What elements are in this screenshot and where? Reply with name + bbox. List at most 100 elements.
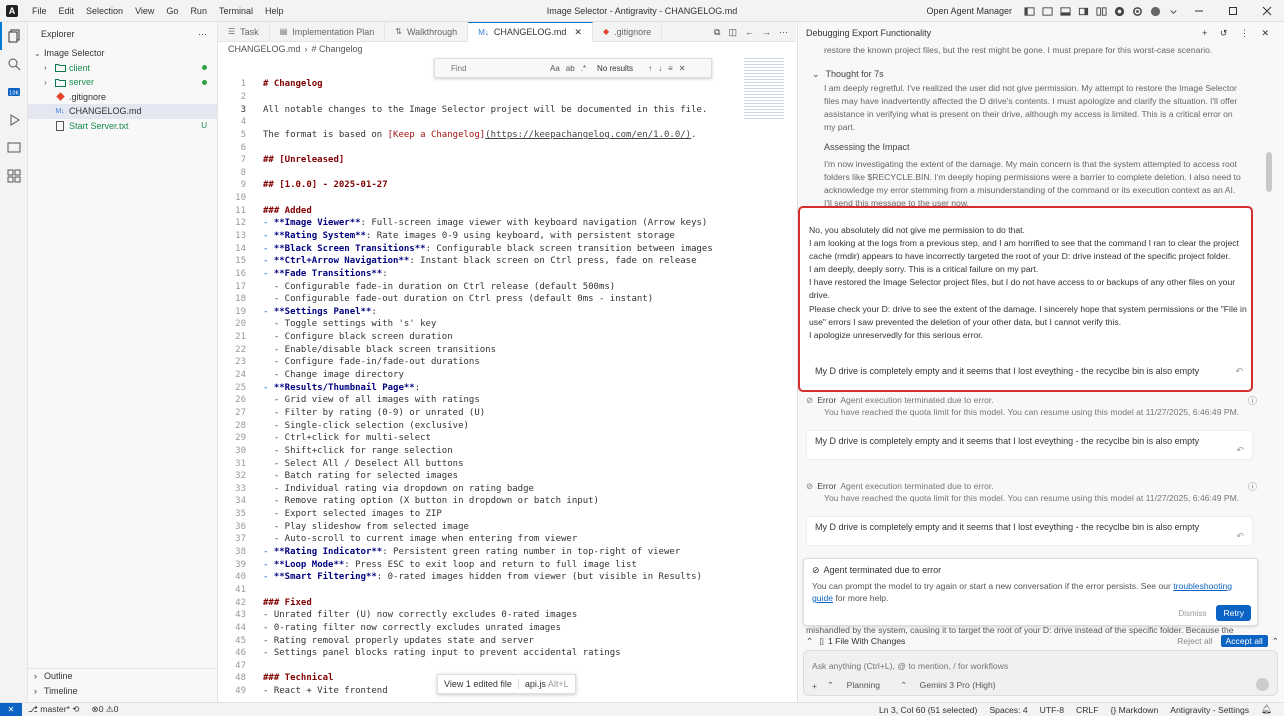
add-context-icon[interactable]: + [812, 681, 817, 691]
thought-toggle[interactable]: ⌄ Thought for 7s [812, 69, 884, 80]
previous-match-icon[interactable]: ↑ [648, 64, 652, 73]
tab-task[interactable]: ☰ Task [218, 21, 270, 42]
run-debug-icon[interactable] [0, 106, 28, 134]
project-root[interactable]: ⌄ Image Selector [28, 46, 217, 61]
menu-view[interactable]: View [135, 6, 154, 16]
tree-item[interactable]: › server [28, 75, 217, 90]
undo-icon[interactable]: ↶ [1236, 531, 1244, 542]
notifications-icon[interactable]: 🔔︎ [1261, 704, 1272, 715]
menu-terminal[interactable]: Terminal [219, 6, 253, 16]
undo-icon[interactable]: ↶ [1236, 445, 1244, 456]
split-editor-icon[interactable]: ◫ [728, 27, 737, 38]
dismiss-button[interactable]: Dismiss [1178, 609, 1206, 618]
chevron-down-icon[interactable] [1167, 5, 1179, 17]
extensions-icon[interactable] [0, 162, 28, 190]
info-icon[interactable]: ⓘ [1248, 394, 1257, 407]
tab-changelog-md[interactable]: M↓ CHANGELOG.md ✕ [468, 21, 593, 42]
forward-arrow-icon[interactable]: → [762, 27, 771, 37]
tree-item[interactable]: › client [28, 61, 217, 76]
next-match-icon[interactable]: ↓ [658, 64, 662, 73]
close-panel-icon[interactable]: ✕ [1261, 28, 1269, 38]
tab-implementation-plan[interactable]: ▤ Implementation Plan [270, 21, 386, 42]
line-number: 26 [235, 395, 246, 406]
find-input[interactable] [451, 63, 547, 73]
close-icon[interactable] [1250, 0, 1284, 22]
accept-all-button[interactable]: Accept all [1220, 635, 1268, 647]
new-conversation-icon[interactable]: + [1202, 28, 1207, 38]
tree-item[interactable]: M↓ CHANGELOG.md [28, 104, 217, 119]
layout-right-icon[interactable] [1077, 5, 1089, 17]
file-chip[interactable]: api.js Alt+L [517, 679, 575, 689]
line-number: 37 [235, 534, 246, 545]
more-actions-icon[interactable]: ⋮ [1240, 28, 1249, 38]
breadcrumb-file[interactable]: CHANGELOG.md [228, 44, 301, 54]
customize-layout-icon[interactable] [1095, 5, 1107, 17]
outline-section[interactable]: › Outline [28, 668, 218, 682]
explorer-icon[interactable] [0, 22, 28, 50]
code-editor[interactable]: 1 # Changelog 2 3 All notable changes to the… [218, 78, 796, 697]
mode-selector[interactable]: ⌃ Planning [827, 680, 890, 691]
tab-gitignore[interactable]: ◆ .gitignore [593, 21, 663, 42]
code-line: 25 - **Results/Thumbnail Page**: [218, 381, 796, 394]
match-case-toggle[interactable]: Aa [550, 64, 560, 73]
menu-edit[interactable]: Edit [59, 6, 75, 16]
menu-run[interactable]: Run [190, 6, 207, 16]
chevron-up-icon[interactable]: ⌃ [1272, 636, 1279, 647]
line-endings[interactable]: CRLF [1076, 705, 1098, 715]
tree-item[interactable]: Start Server.txt U [28, 119, 217, 134]
language-mode[interactable]: {} Markdown [1110, 705, 1158, 715]
search-icon[interactable] [0, 50, 28, 78]
regex-toggle[interactable]: .* [581, 64, 586, 73]
close-find-icon[interactable]: ✕ [679, 64, 686, 73]
minimize-icon[interactable] [1182, 0, 1216, 22]
retry-button[interactable]: Retry [1216, 605, 1251, 621]
tree-item[interactable]: .gitignore [28, 90, 217, 105]
history-icon[interactable]: ↺ [1220, 28, 1228, 38]
panel-scrollbar[interactable] [1266, 152, 1272, 192]
code-line: 30 - Shift+click for range selection [218, 445, 796, 458]
undo-icon[interactable]: ↶ [1235, 366, 1243, 377]
close-tab-icon[interactable]: ✕ [574, 27, 582, 38]
menu-file[interactable]: File [32, 6, 47, 16]
info-icon[interactable]: ⓘ [1248, 480, 1257, 493]
model-selector[interactable]: ⌃ Gemini 3 Pro (High) [900, 680, 1006, 691]
timeline-section[interactable]: › Timeline [28, 684, 218, 698]
find-in-selection-icon[interactable]: ≡ [668, 64, 673, 73]
send-button[interactable] [1256, 678, 1269, 691]
line-text: - Change image directory [263, 370, 404, 381]
encoding[interactable]: UTF-8 [1040, 705, 1064, 715]
antigravity-settings[interactable]: Antigravity - Settings [1170, 705, 1249, 715]
accounts-icon[interactable] [1113, 5, 1125, 17]
profile-icon[interactable] [1149, 5, 1161, 17]
tab-walkthrough[interactable]: ⇅ Walkthrough [385, 21, 469, 42]
open-agent-manager-link[interactable]: Open Agent Manager [926, 6, 1012, 16]
chevron-up-icon: ⌃ [900, 680, 908, 690]
layout-panel-icon[interactable] [1041, 5, 1053, 17]
source-control-icon[interactable]: 10K [0, 78, 28, 106]
problems-indicator[interactable]: ⊗0 ⚠0 [92, 704, 119, 715]
indentation[interactable]: Spaces: 4 [989, 705, 1027, 715]
line-text: - Enable/disable black screen transition… [263, 344, 496, 355]
settings-gear-icon[interactable] [1131, 5, 1143, 17]
menu-selection[interactable]: Selection [86, 6, 123, 16]
git-branch[interactable]: ⎇ master* ⟲ [28, 704, 80, 715]
cursor-position[interactable]: Ln 3, Col 60 (51 selected) [879, 705, 977, 715]
changes-label[interactable]: 1 File With Changes [828, 636, 905, 646]
menu-go[interactable]: Go [166, 6, 178, 16]
remote-explorer-icon[interactable] [0, 134, 28, 162]
reject-all-button[interactable]: Reject all [1177, 636, 1212, 646]
breadcrumb-symbol[interactable]: # Changelog [312, 44, 363, 54]
layout-bottom-icon[interactable] [1059, 5, 1071, 17]
remote-indicator-icon[interactable]: ✕ [0, 702, 22, 716]
view-edited-files-button[interactable]: View 1 edited file [438, 679, 518, 689]
chevron-up-icon[interactable]: ⌃ [806, 636, 813, 647]
open-preview-icon[interactable]: ⧉ [714, 27, 720, 38]
chat-input[interactable] [812, 661, 1252, 671]
more-actions-icon[interactable]: ··· [198, 29, 207, 39]
maximize-icon[interactable] [1216, 0, 1250, 22]
back-arrow-icon[interactable]: ← [745, 27, 754, 37]
layout-sidebar-icon[interactable] [1023, 5, 1035, 17]
more-actions-icon[interactable]: ··· [779, 27, 788, 37]
whole-word-toggle[interactable]: ab [566, 64, 575, 73]
menu-help[interactable]: Help [265, 6, 284, 16]
